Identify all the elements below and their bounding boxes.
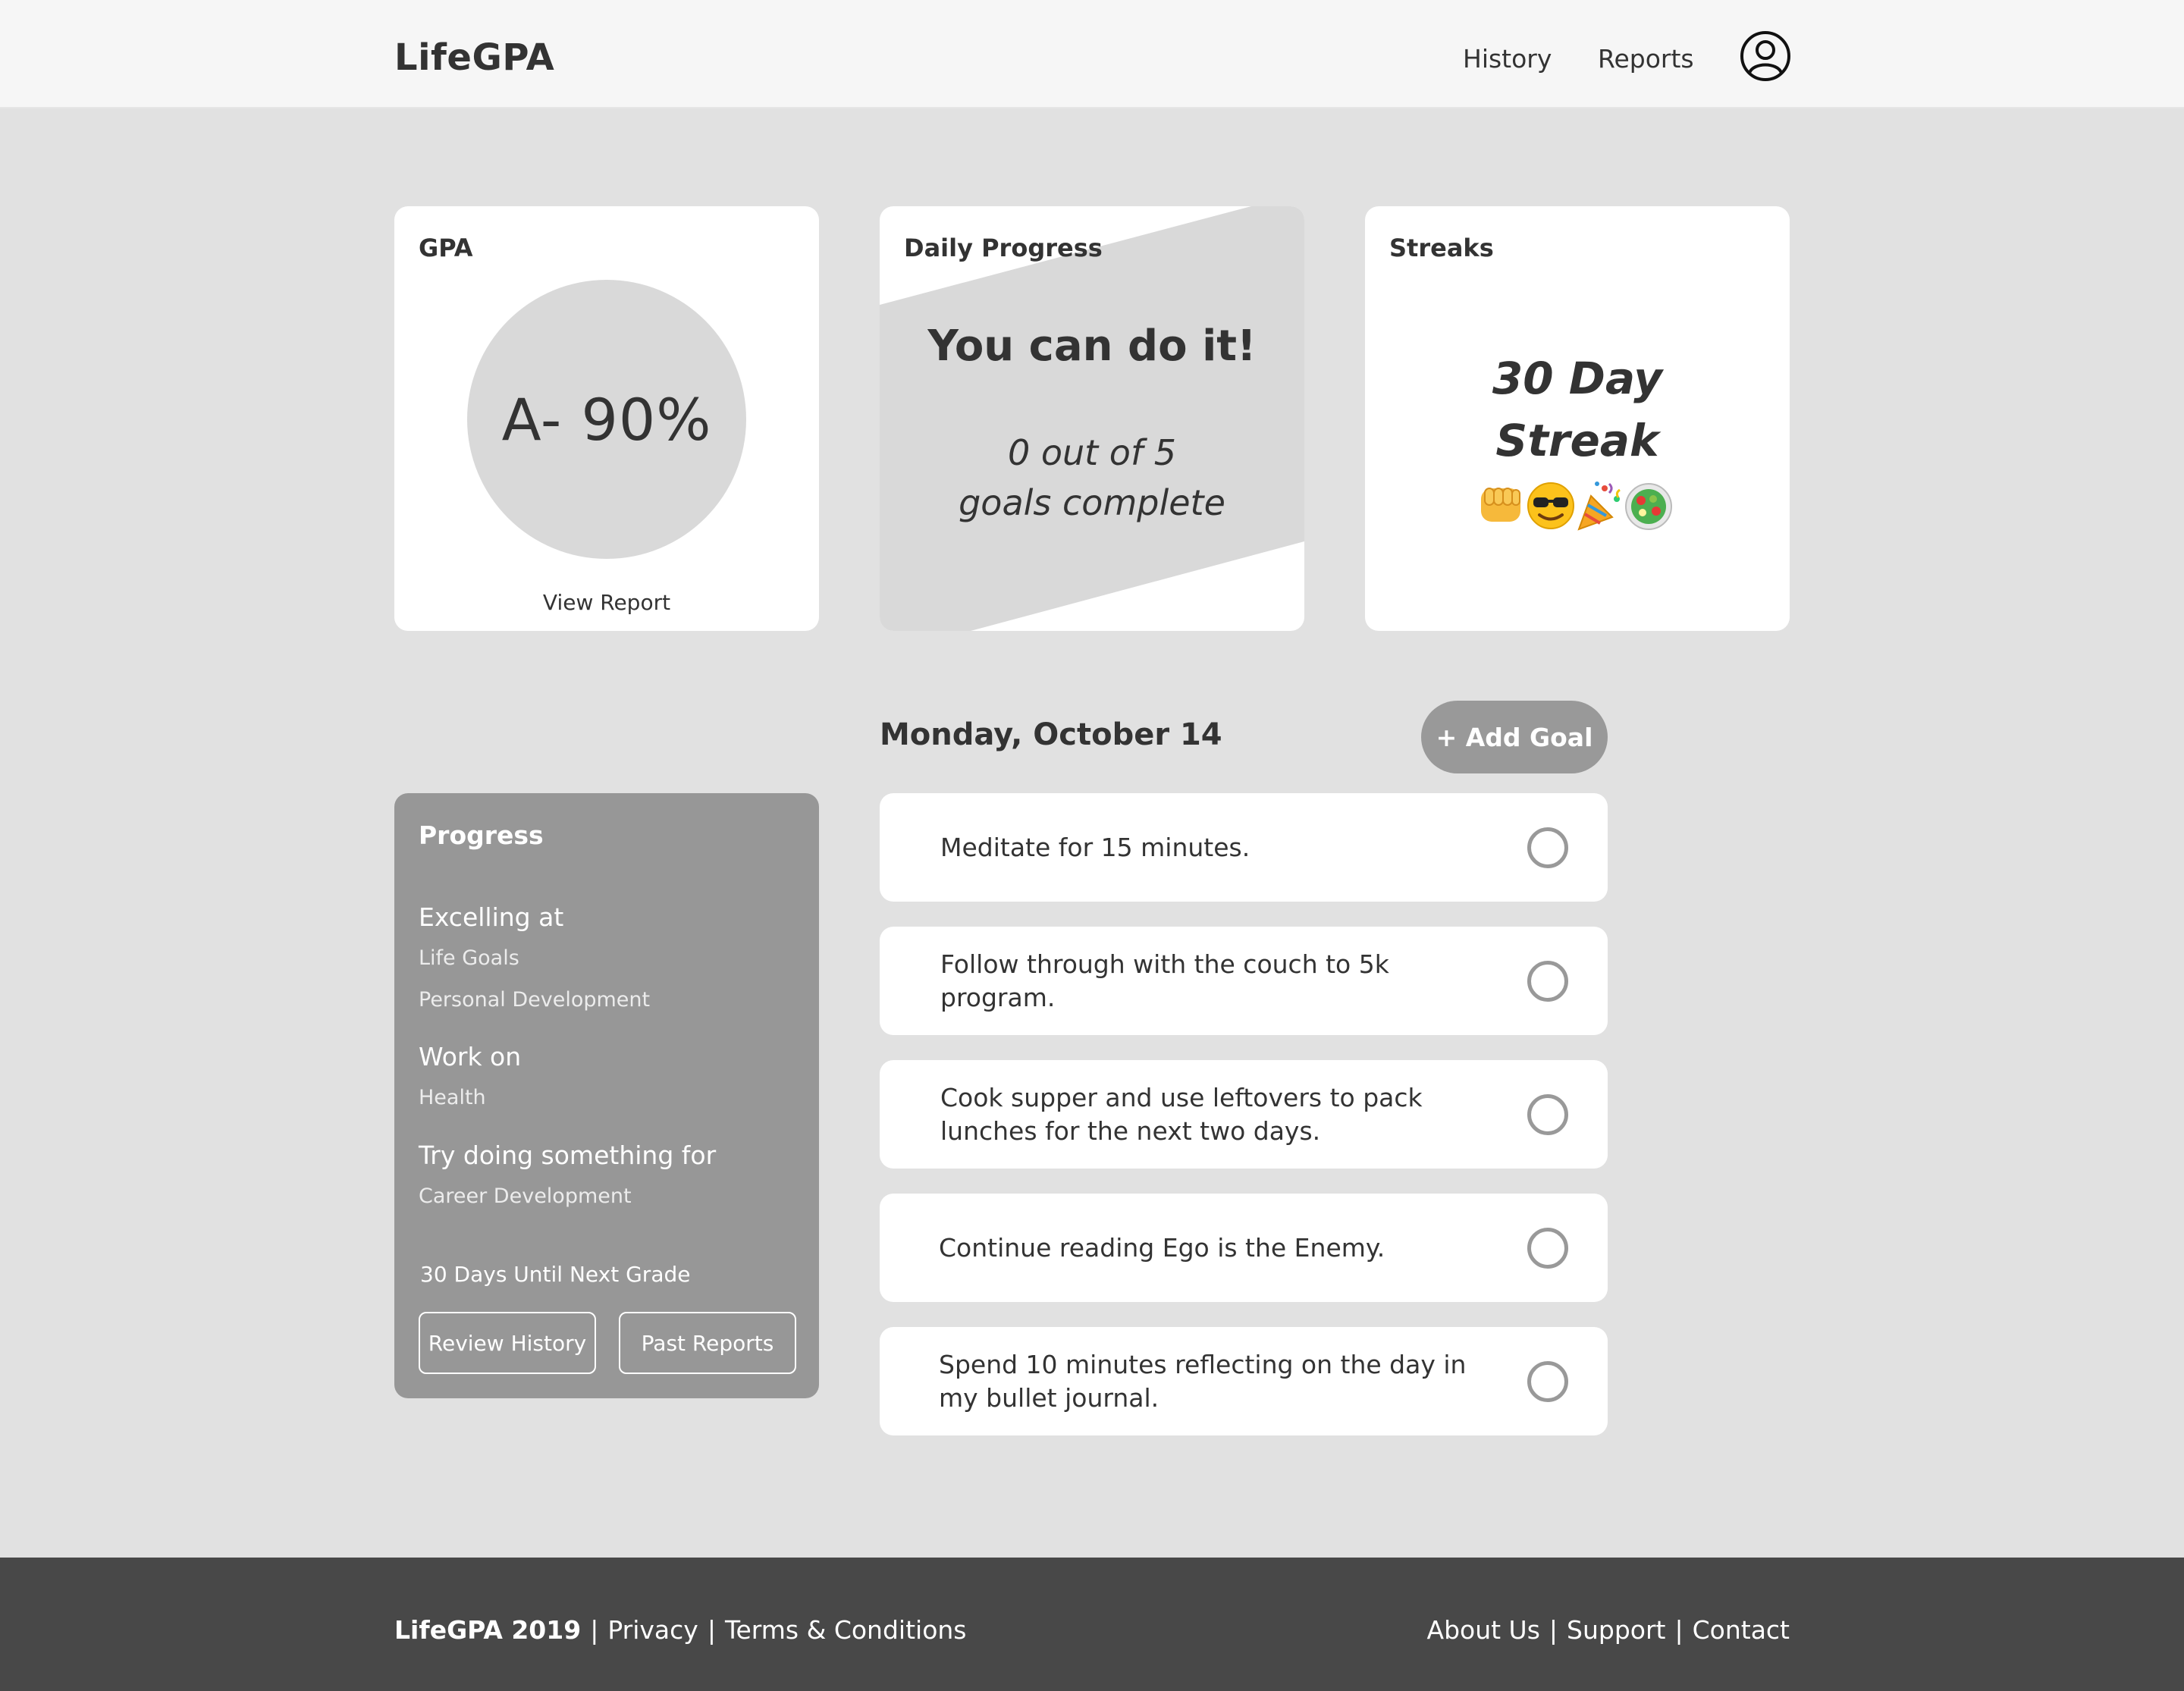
goal-text: Continue reading Ego is the Enemy. <box>939 1232 1385 1263</box>
footer-brand: LifeGPA 2019 <box>394 1615 582 1645</box>
party-popper-emoji <box>1577 482 1621 531</box>
try-heading: Try doing something for <box>419 1140 717 1170</box>
footer: LifeGPA 2019 | Privacy | Terms & Conditions … <box>0 1558 2184 1691</box>
privacy-link[interactable]: Privacy <box>607 1615 698 1645</box>
footer-right-links: About Us | Support | Contact <box>1427 1615 1790 1645</box>
progress-panel: Progress Excelling at Life Goals Persona… <box>394 793 819 1398</box>
fist-emoji <box>1481 488 1520 522</box>
goal-item[interactable]: Cook supper and use leftovers to pack lu… <box>880 1060 1608 1169</box>
past-reports-button[interactable]: Past Reports <box>619 1312 796 1374</box>
gpa-card: GPA A- 90% View Report <box>394 206 819 631</box>
goals-count-line1: 0 out of 5 <box>1007 432 1177 473</box>
work-on-heading: Work on <box>419 1042 522 1071</box>
gpa-value: A- 90% <box>501 385 712 453</box>
terms-link[interactable]: Terms & Conditions <box>725 1615 967 1645</box>
support-link[interactable]: Support <box>1567 1615 1665 1645</box>
goal-complete-checkbox[interactable] <box>1527 1228 1568 1269</box>
excelling-item: Personal Development <box>419 988 651 1012</box>
brand-logo[interactable]: LifeGPA <box>394 36 554 79</box>
daily-progress-background-shape <box>880 206 1304 631</box>
review-history-button[interactable]: Review History <box>419 1312 596 1374</box>
progress-title: Progress <box>419 820 544 850</box>
footer-separator: | <box>1674 1615 1684 1645</box>
encouragement-message: You can do it! <box>927 322 1257 371</box>
goals-complete-count: 0 out of 5 goals complete <box>940 428 1244 528</box>
goal-complete-checkbox[interactable] <box>1527 827 1568 868</box>
goal-text: Spend 10 minutes reflecting on the day i… <box>939 1349 1467 1413</box>
goal-item[interactable]: Follow through with the couch to 5k prog… <box>880 927 1608 1035</box>
contact-link[interactable]: Contact <box>1693 1615 1790 1645</box>
streak-label: 30 Day Streak <box>1410 347 1744 472</box>
footer-separator: | <box>1549 1615 1558 1645</box>
work-on-item: Health <box>419 1086 486 1109</box>
gpa-circle: A- 90% <box>467 280 746 559</box>
salad-emoji <box>1625 483 1672 530</box>
streak-label-line2: Streak <box>1495 415 1659 466</box>
try-item: Career Development <box>419 1184 632 1208</box>
goal-text: Cook supper and use leftovers to pack lu… <box>940 1082 1423 1146</box>
streaks-card: Streaks 30 Day Streak <box>1365 206 1790 631</box>
about-us-link[interactable]: About Us <box>1427 1615 1540 1645</box>
daily-progress-card: Daily Progress You can do it! 0 out of 5… <box>880 206 1304 631</box>
view-report-link[interactable]: View Report <box>394 590 819 615</box>
streak-label-line1: 30 Day <box>1492 353 1663 404</box>
goal-complete-checkbox[interactable] <box>1527 961 1568 1002</box>
excelling-item: Life Goals <box>419 946 519 970</box>
next-grade-countdown: 30 Days Until Next Grade <box>420 1262 691 1287</box>
excelling-heading: Excelling at <box>419 902 564 932</box>
gpa-card-title: GPA <box>419 234 473 262</box>
goal-item[interactable]: Spend 10 minutes reflecting on the day i… <box>880 1327 1608 1435</box>
nav-reports-link[interactable]: Reports <box>1598 44 1694 74</box>
goal-complete-checkbox[interactable] <box>1527 1361 1568 1402</box>
goal-text: Follow through with the couch to 5k prog… <box>940 949 1389 1012</box>
footer-left-links: LifeGPA 2019 | Privacy | Terms & Conditions <box>394 1615 967 1645</box>
daily-progress-title: Daily Progress <box>904 234 1103 262</box>
user-profile-icon[interactable] <box>1740 30 1791 82</box>
sunglasses-emoji <box>1527 482 1574 529</box>
nav-history-link[interactable]: History <box>1463 44 1552 74</box>
current-date-heading: Monday, October 14 <box>880 717 1222 752</box>
footer-separator: | <box>707 1615 716 1645</box>
add-goal-button[interactable]: + Add Goal <box>1421 701 1608 773</box>
goals-count-line2: goals complete <box>959 482 1225 523</box>
top-navbar: LifeGPA History Reports <box>0 0 2184 108</box>
streaks-title: Streaks <box>1389 234 1494 262</box>
goal-item[interactable]: Continue reading Ego is the Enemy. <box>880 1194 1608 1302</box>
footer-separator: | <box>590 1615 599 1645</box>
goal-text: Meditate for 15 minutes. <box>940 832 1250 862</box>
goal-complete-checkbox[interactable] <box>1527 1094 1568 1135</box>
goal-item[interactable]: Meditate for 15 minutes. <box>880 793 1608 902</box>
streak-emoji-row <box>1481 482 1672 531</box>
